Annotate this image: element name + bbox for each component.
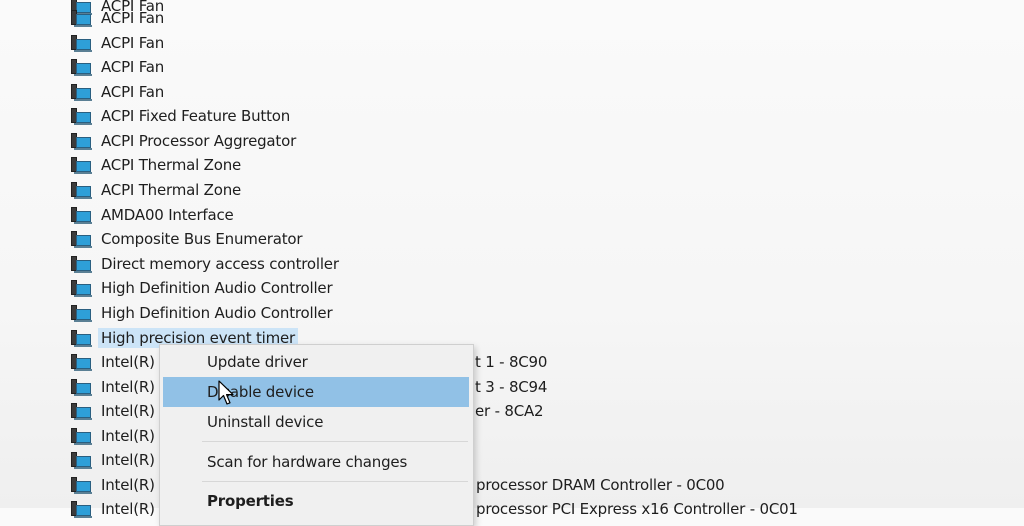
device-icon [68,353,92,371]
menu-item-label: Properties [207,492,294,510]
device-row[interactable]: Intel(R) 2 [68,497,172,521]
device-label: Composite Bus Enumerator [101,230,303,248]
device-row[interactable]: High Definition Audio Controller [68,276,335,300]
menu-item-scan-hardware[interactable]: Scan for hardware changes [163,447,469,477]
device-row[interactable]: Intel(R) I [68,424,167,448]
device-icon [68,255,92,273]
menu-separator [202,481,468,482]
device-icon [68,181,92,199]
device-icon [68,83,92,101]
device-label: ACPI Fan [101,58,165,76]
device-icon [68,329,92,347]
menu-item-properties[interactable]: Properties [163,486,469,516]
device-icon [68,156,92,174]
device-label-tail: processor PCI Express x16 Controller - 0… [476,500,798,518]
menu-item-disable-device[interactable]: Disable device [163,377,469,407]
device-row[interactable]: Composite Bus Enumerator [68,227,305,251]
device-row[interactable]: Intel(R) I [68,448,167,472]
device-row[interactable]: ACPI Fan [68,55,167,79]
menu-item-label: Uninstall device [207,413,324,431]
device-row[interactable]: ACPI Fan [68,80,167,104]
device-label: Direct memory access controller [101,255,339,273]
device-label: Intel(R) I [101,427,164,445]
context-menu: Update driver Disable device Uninstall d… [159,344,474,526]
device-label: ACPI Fixed Feature Button [101,107,291,125]
device-icon [68,58,92,76]
device-icon [68,132,92,150]
device-icon [68,500,92,518]
device-row[interactable]: ACPI Fan [68,6,167,30]
mouse-pointer-icon [218,380,234,405]
menu-item-label: Scan for hardware changes [207,453,408,471]
device-row[interactable]: ACPI Processor Aggregator [68,129,299,153]
device-row[interactable]: Intel(R) 9 [68,399,172,423]
device-row[interactable]: Direct memory access controller [68,252,342,276]
menu-item-update-driver[interactable]: Update driver [163,347,469,377]
device-label: ACPI Fan [101,9,165,27]
device-label: ACPI Fan [101,83,165,101]
device-label: ACPI Fan [101,34,165,52]
device-row[interactable]: AMDA00 Interface [68,203,237,227]
device-icon [68,107,92,125]
menu-item-label: Update driver [207,353,308,371]
device-label: Intel(R) I [101,451,164,469]
menu-separator [202,441,468,442]
device-row[interactable]: Intel(R) 2 [68,473,172,497]
device-icon [68,451,92,469]
device-icon [68,304,92,322]
device-icon [68,9,92,27]
device-row[interactable]: High Definition Audio Controller [68,301,335,325]
device-label: High Definition Audio Controller [101,279,333,297]
device-icon [68,402,92,420]
device-label-tail: t 1 - 8C90 [475,353,548,371]
device-label-tail: processor DRAM Controller - 0C00 [476,476,725,494]
device-icon [68,279,92,297]
device-label: High Definition Audio Controller [101,304,333,322]
device-label: ACPI Thermal Zone [101,156,242,174]
device-row[interactable]: ACPI Fan [68,31,167,55]
device-icon [68,34,92,52]
device-icon [68,378,92,396]
device-icon [68,206,92,224]
menu-item-uninstall-device[interactable]: Uninstall device [163,407,469,437]
device-label: ACPI Processor Aggregator [101,132,297,150]
device-icon [68,476,92,494]
device-icon [68,427,92,445]
device-row[interactable]: ACPI Thermal Zone [68,153,244,177]
device-label: ACPI Thermal Zone [101,181,242,199]
device-label-tail: er - 8CA2 [475,402,544,420]
device-row[interactable]: Intel(R) 9 [68,350,172,374]
device-label-tail: t 3 - 8C94 [475,378,548,396]
device-row[interactable]: Intel(R) 9 [68,375,172,399]
device-label: AMDA00 Interface [101,206,234,224]
device-row[interactable]: ACPI Thermal Zone [68,178,244,202]
device-icon [68,230,92,248]
device-row[interactable]: ACPI Fixed Feature Button [68,104,293,128]
